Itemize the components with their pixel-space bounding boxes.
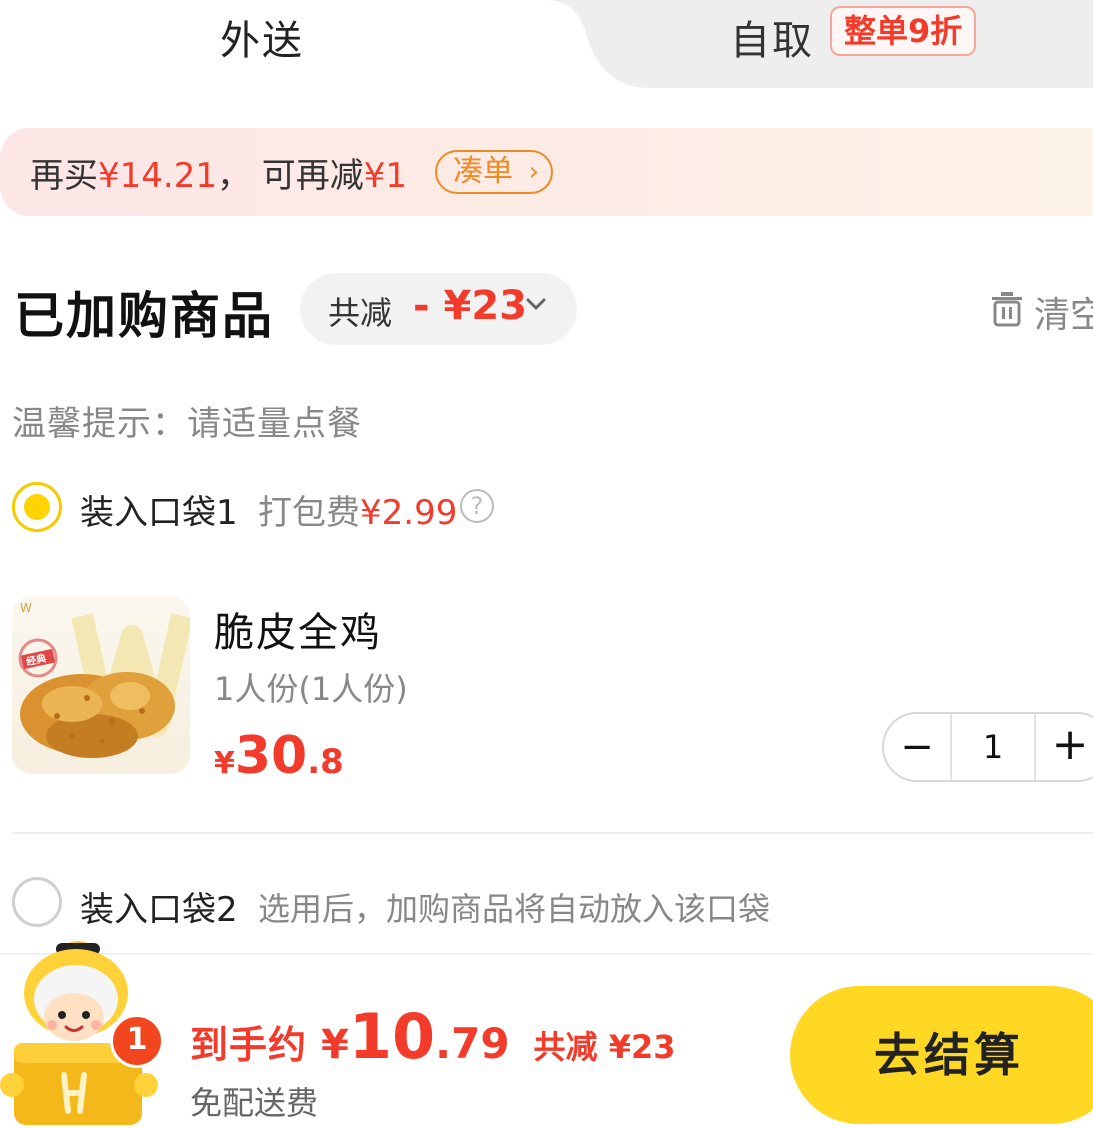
decrease-quantity-button[interactable]: − xyxy=(900,722,934,772)
help-icon[interactable]: ? xyxy=(460,489,494,523)
page-title: 已加购商品 xyxy=(14,287,274,345)
discount-label: 共减 xyxy=(328,294,393,332)
svg-text:W: W xyxy=(20,601,32,615)
tab-pickup[interactable]: 自取 xyxy=(730,8,814,66)
promo-text: 再买¥14.21， 可再减¥1 xyxy=(30,156,408,196)
footer-divider xyxy=(0,953,1093,955)
add-more-button[interactable]: 凑单 › xyxy=(435,150,553,194)
chevron-down-icon xyxy=(526,298,546,310)
product-image[interactable]: W 经典 xyxy=(12,596,190,774)
product-price: ¥30.8 xyxy=(214,726,344,786)
promo-discount: ¥1 xyxy=(363,156,408,196)
stepper-divider xyxy=(1034,714,1036,780)
shipping-note: 免配送费 xyxy=(190,1084,319,1122)
clear-cart-button[interactable]: 清空 xyxy=(1034,286,1093,338)
chevron-right-icon: › xyxy=(528,157,539,187)
bag2-note: 选用后，加购商品将自动放入该口袋 xyxy=(258,890,771,928)
packing-fee: 打包费¥2.99 xyxy=(258,493,458,533)
bag1-radio[interactable] xyxy=(12,482,62,532)
discount-value: - ¥23 xyxy=(413,283,528,329)
promo-amount: ¥14.21 xyxy=(98,156,217,196)
bag2-label: 装入口袋2 xyxy=(80,890,238,930)
bag1-label: 装入口袋1 xyxy=(80,493,238,533)
warm-tip: 温馨提示：请适量点餐 xyxy=(12,404,362,444)
packing-fee-value: ¥2.99 xyxy=(360,493,458,533)
quantity-value[interactable]: 1 xyxy=(952,722,1034,772)
cart-count-badge: 1 xyxy=(110,1014,164,1068)
product-spec: 1人份(1人份) xyxy=(214,670,408,708)
bag2-radio[interactable] xyxy=(12,877,62,927)
checkout-button[interactable]: 去结算 xyxy=(790,986,1093,1124)
pickup-discount-badge: 整单9折 xyxy=(830,6,977,56)
fried-chicken-image: W 经典 xyxy=(18,601,190,758)
tab-delivery[interactable]: 外送 xyxy=(220,8,304,66)
total-saved: 共减 ¥23 xyxy=(533,1028,676,1066)
trash-icon[interactable] xyxy=(990,291,1024,327)
total-price: 到手约 ¥10.79 共减 ¥23 xyxy=(190,1000,676,1073)
divider xyxy=(12,832,1093,834)
product-name: 脆皮全鸡 xyxy=(214,610,382,656)
increase-quantity-button[interactable]: + xyxy=(1050,720,1090,770)
